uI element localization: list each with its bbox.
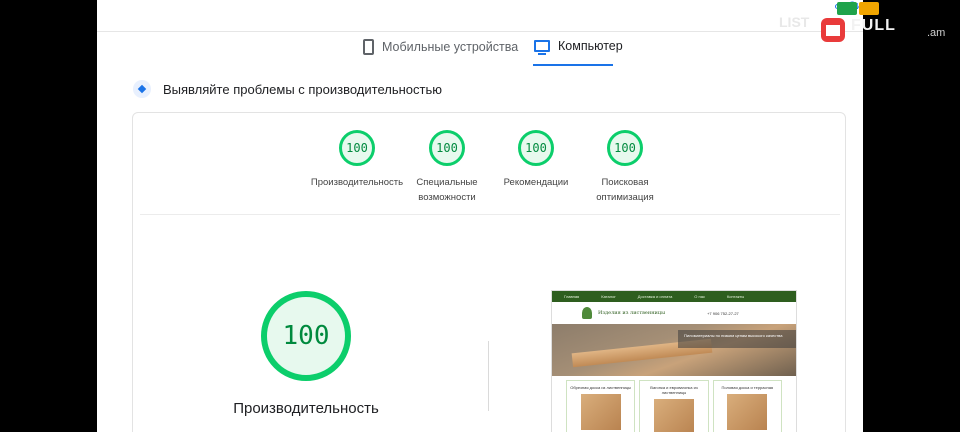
top-divider	[97, 31, 863, 32]
wood-image	[653, 399, 694, 432]
score-ring: 100	[607, 130, 643, 166]
score-ring: 100	[429, 130, 465, 166]
thumb-hero: Пиломатериалы по низким ценам высокого к…	[552, 324, 796, 376]
thumb-logo-text: Изделия из лиственницы	[598, 310, 666, 316]
score-gauges: 100 Производительность 100 Специальные в…	[309, 130, 669, 218]
heading-text: Выявляйте проблемы с производительностью	[163, 81, 443, 97]
tab-mobile[interactable]: Мобильные устройства	[363, 39, 518, 55]
thumb-product-cards: Обрезная доска из лиственницы Вагонка и …	[552, 376, 796, 432]
phone-icon	[363, 39, 374, 55]
watermark-badge-icon	[859, 2, 879, 15]
thumb-nav-item: О нас	[694, 294, 705, 299]
thumb-header: Изделия из лиственницы +7 906 752-27-27	[552, 302, 796, 324]
sparkle-icon	[133, 80, 151, 98]
thumb-nav-item: Доставка и оплата	[637, 294, 673, 299]
gauge-seo[interactable]: 100 Поисковая оптимизация	[577, 130, 673, 205]
device-tabs: Мобильные устройства Компьютер	[97, 33, 863, 69]
thumb-nav-item: Каталог	[601, 294, 616, 299]
wood-image	[580, 394, 621, 430]
thumb-nav-item: Контакты	[726, 294, 745, 299]
thumb-card: Обрезная доска из лиственницы	[566, 380, 636, 432]
watermark-badge-icon	[837, 2, 857, 15]
gauge-performance[interactable]: 100 Производительность	[309, 130, 405, 190]
report-divider	[140, 214, 840, 215]
tab-desktop[interactable]: Компьютер	[534, 39, 623, 55]
section-heading: Выявляйте проблемы с производительностью	[133, 80, 442, 98]
screen: Мобильные устройства Компьютер Выявляйте…	[0, 0, 960, 432]
gauge-label: Производительность	[310, 177, 404, 188]
thumb-card-title: Половая доска и террасная	[721, 385, 774, 390]
monitor-icon	[534, 40, 550, 55]
thumb-hero-caption: Пиломатериалы по низким ценам высокого к…	[678, 330, 796, 348]
watermark-list-text: LIST	[779, 14, 810, 30]
watermark-full-text: FULL	[851, 17, 896, 34]
score-ring: 100	[339, 130, 375, 166]
vertical-divider	[488, 341, 489, 411]
thumb-card-title: Вагонка и евровагонка из лиственницы	[650, 385, 698, 395]
main-score-ring: 100	[261, 291, 351, 381]
tab-desktop-label: Компьютер	[558, 39, 623, 53]
thumb-phone: +7 906 752-27-27	[707, 310, 739, 316]
pagespeed-panel: Мобильные устройства Компьютер Выявляйте…	[97, 0, 863, 432]
active-tab-indicator	[533, 64, 613, 66]
thumb-nav: Главная Каталог Доставка и оплата О нас …	[552, 291, 796, 302]
gauge-label: Рекомендации	[503, 177, 569, 188]
gauge-best-practices[interactable]: 100 Рекомендации	[488, 130, 584, 190]
report-card: 100 Производительность 100 Специальные в…	[132, 112, 846, 432]
list-am-watermark: LIST FULL .am	[779, 2, 959, 50]
thumb-card: Половая доска и террасная	[712, 380, 782, 432]
thumb-card: Вагонка и евровагонка из лиственницы	[639, 380, 709, 432]
tree-logo-icon	[582, 307, 592, 319]
tab-mobile-label: Мобильные устройства	[382, 40, 519, 54]
gauge-accessibility[interactable]: 100 Специальные возможности	[399, 130, 495, 205]
page-screenshot-thumbnail: Главная Каталог Доставка и оплата О нас …	[551, 290, 797, 432]
thumb-nav-item: Главная	[564, 294, 580, 299]
watermark-house-icon	[821, 18, 845, 42]
thumb-card-title: Обрезная доска из лиственницы	[570, 385, 632, 390]
wood-image	[727, 394, 768, 430]
watermark-domain-text: .am	[927, 27, 946, 39]
gauge-label: Специальные возможности	[416, 177, 478, 203]
main-score-title: Производительность	[233, 400, 379, 417]
score-ring: 100	[518, 130, 554, 166]
gauge-label: Поисковая оптимизация	[596, 177, 654, 203]
